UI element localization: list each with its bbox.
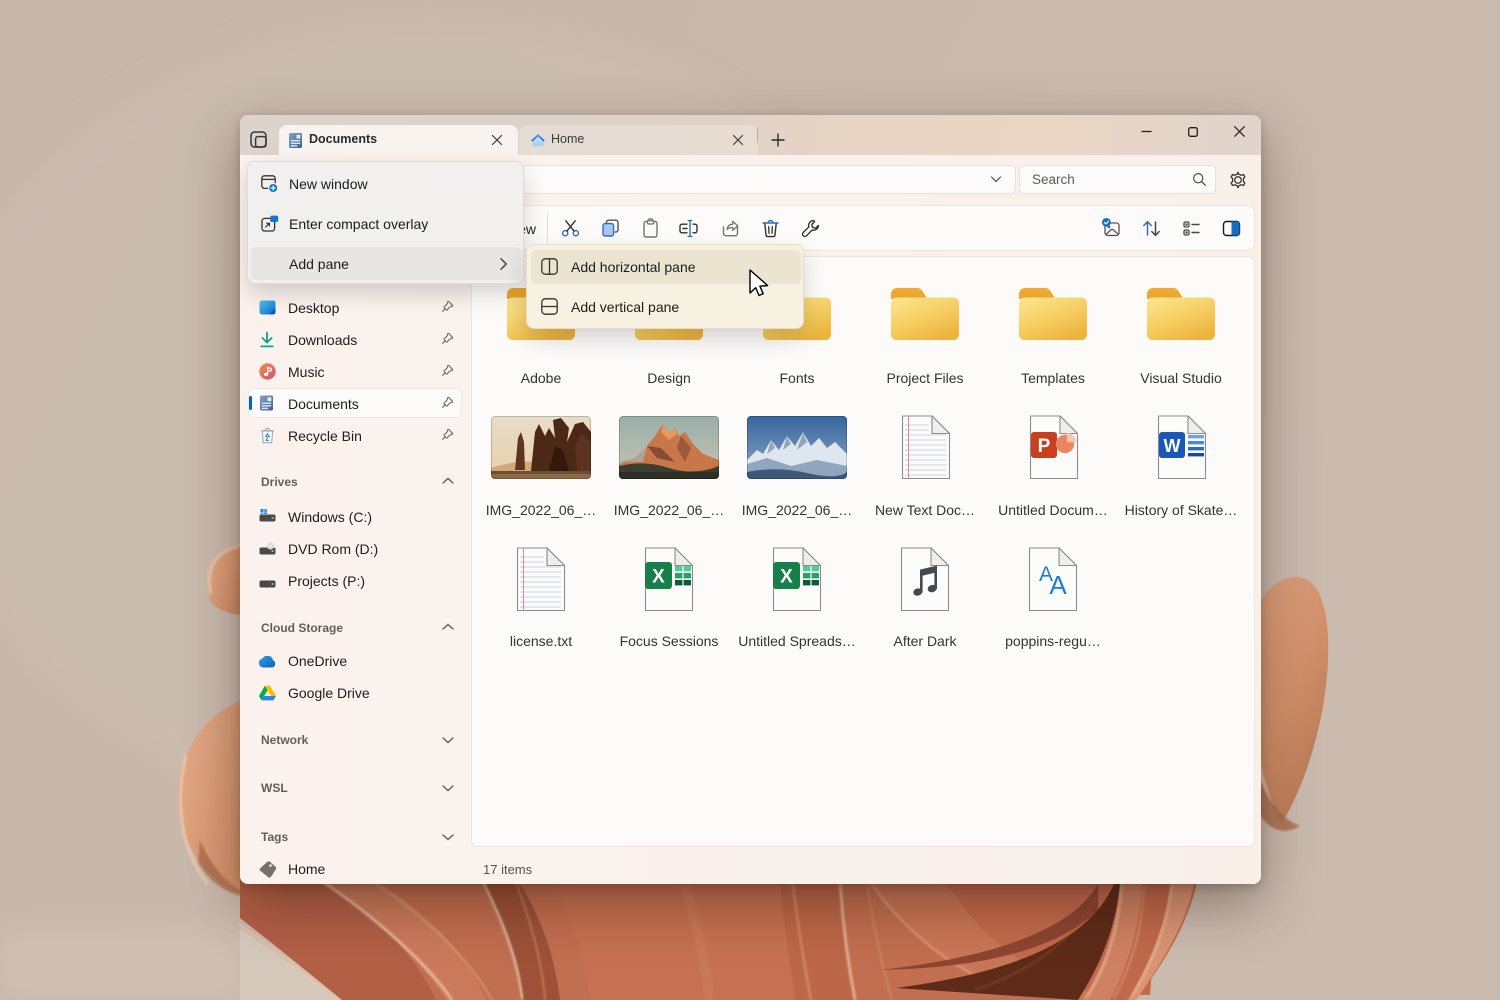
svg-text:P: P: [1038, 436, 1051, 457]
svg-text:W: W: [1164, 436, 1181, 456]
svg-text:A: A: [1049, 570, 1067, 600]
